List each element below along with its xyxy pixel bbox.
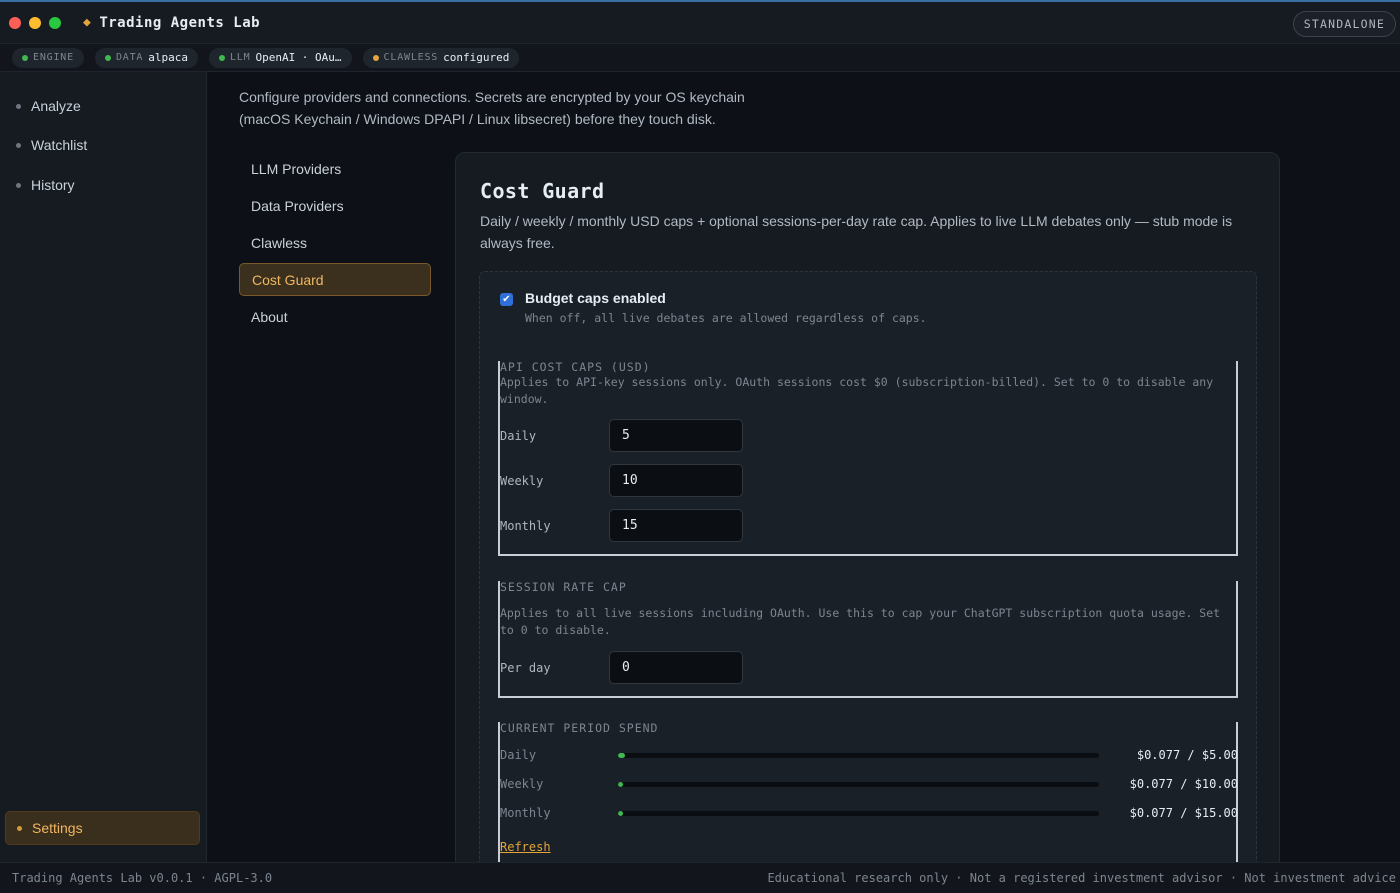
mode-badge: STANDALONE — [1292, 11, 1396, 37]
spend-label: Daily — [500, 748, 537, 762]
sidebar-item-label: Settings — [32, 820, 83, 836]
card-description: Daily / weekly / monthly USD caps + opti… — [480, 213, 1233, 251]
status-chip-label: ENGINE — [33, 52, 74, 63]
daily-cap-row: Daily — [500, 419, 743, 452]
spend-value: $0.077 / $5.00 — [1136, 748, 1238, 762]
spend-progress-fill — [618, 752, 626, 758]
status-chip-label: LLM — [229, 52, 251, 63]
card-title: Cost Guard — [480, 179, 605, 203]
spend-progress-fill — [618, 810, 623, 816]
diamond-logo-icon: ◆ — [83, 15, 92, 30]
footer-version: Trading Agents Lab v0.0.1 · AGPL-3.0 — [12, 871, 273, 885]
weekly-cap-row: Weekly — [500, 464, 743, 497]
spend-value: $0.077 / $15.00 — [1129, 806, 1238, 820]
status-chip-data: DATA alpaca — [94, 47, 198, 68]
monthly-cap-row: Monthly — [500, 509, 743, 542]
monthly-cap-input[interactable] — [609, 509, 743, 542]
footer-disclaimer: Educational research only · Not a regist… — [767, 871, 1396, 885]
sidebar-item-label: History — [31, 177, 75, 193]
spend-progress-bar — [618, 752, 1099, 758]
budget-caps-checkbox[interactable]: ✔ — [500, 293, 513, 306]
weekly-cap-input[interactable] — [609, 464, 743, 497]
api-cost-caps-group: API COST CAPS (USD) Applies to API-key s… — [498, 360, 1238, 556]
status-chip-engine: ENGINE — [12, 47, 84, 68]
title-bar: ◆ Trading Agents Lab STANDALONE — [0, 0, 1400, 44]
daily-cap-input[interactable] — [609, 419, 743, 452]
status-chip-value: OpenAI · OAu… — [255, 51, 342, 64]
zoom-window-button[interactable] — [49, 16, 61, 29]
sidebar-item-history[interactable]: History — [5, 168, 200, 202]
bullet-icon — [16, 103, 21, 109]
spend-row-monthly: Monthly $0.077 / $15.00 — [500, 806, 1238, 820]
minimize-window-button[interactable] — [29, 16, 41, 29]
status-chip-value: alpaca — [148, 51, 188, 64]
status-chip-value: configured — [443, 51, 510, 64]
cost-guard-card: Cost Guard Daily / weekly / monthly USD … — [455, 152, 1280, 862]
sidebar: Analyze Watchlist History Settings — [0, 72, 207, 862]
subnav-llm-providers[interactable]: LLM Providers — [239, 152, 431, 185]
group-legend: SESSION RATE CAP — [500, 580, 627, 594]
spend-row-weekly: Weekly $0.077 / $10.00 — [500, 777, 1238, 791]
group-help: Applies to API-key sessions only. OAuth … — [500, 375, 1214, 406]
status-strip: ENGINE DATA alpaca LLM OpenAI · OAu… CLA… — [0, 44, 1400, 72]
bullet-icon — [16, 142, 21, 148]
spend-row-daily: Daily $0.077 / $5.00 — [500, 748, 1238, 762]
budget-caps-label: Budget caps enabled — [525, 290, 666, 306]
field-label: Daily — [500, 428, 537, 443]
sidebar-item-label: Analyze — [31, 98, 81, 114]
status-dot-icon — [22, 54, 28, 61]
status-chip-label: CLAWLESS — [383, 52, 439, 63]
spend-label: Weekly — [500, 777, 544, 791]
spend-progress-bar — [618, 810, 1099, 816]
check-icon: ✔ — [502, 293, 511, 305]
window-controls — [9, 16, 61, 29]
current-period-spend-group: CURRENT PERIOD SPEND Daily $0.077 / $5.0… — [498, 721, 1238, 862]
settings-subnav: LLM Providers Data Providers Clawless Co… — [239, 152, 431, 337]
status-dot-icon — [218, 54, 225, 61]
bullet-icon — [16, 182, 21, 188]
refresh-link[interactable]: Refresh — [500, 840, 551, 854]
field-label: Per day — [500, 660, 551, 675]
sidebar-item-label: Watchlist — [31, 137, 88, 153]
status-dot-icon — [104, 54, 111, 61]
budget-caps-hint: When off, all live debates are allowed r… — [525, 311, 927, 325]
field-label: Monthly — [500, 518, 551, 533]
spend-progress-bar — [618, 781, 1099, 787]
status-chip-label: DATA — [115, 52, 144, 63]
cost-guard-form: ✔ Budget caps enabled When off, all live… — [479, 271, 1257, 862]
sidebar-item-settings[interactable]: Settings — [5, 811, 200, 845]
status-chip-clawless: CLAWLESS configured — [362, 47, 520, 68]
subnav-data-providers[interactable]: Data Providers — [239, 189, 431, 222]
status-chip-llm: LLM OpenAI · OAu… — [208, 47, 352, 68]
subnav-about[interactable]: About — [239, 300, 431, 333]
app-title-text: Trading Agents Lab — [99, 14, 261, 31]
footer: Trading Agents Lab v0.0.1 · AGPL-3.0 Edu… — [0, 862, 1400, 893]
session-rate-cap-group: SESSION RATE CAP Applies to all live ses… — [498, 580, 1238, 698]
settings-page: Configure providers and connections. Sec… — [208, 72, 1400, 862]
group-legend: CURRENT PERIOD SPEND — [500, 721, 659, 735]
close-window-button[interactable] — [9, 16, 21, 29]
group-legend: API COST CAPS (USD) — [500, 360, 651, 374]
budget-caps-toggle-row: ✔ Budget caps enabled When off, all live… — [500, 290, 927, 325]
status-dot-icon — [372, 54, 379, 61]
per-day-cap-row: Per day — [500, 651, 743, 684]
spend-label: Monthly — [500, 806, 551, 820]
sidebar-item-analyze[interactable]: Analyze — [5, 89, 200, 123]
group-help: Applies to all live sessions including O… — [500, 606, 1221, 637]
spend-progress-fill — [618, 781, 623, 787]
subnav-cost-guard[interactable]: Cost Guard — [239, 263, 431, 296]
spend-value: $0.077 / $10.00 — [1129, 777, 1238, 791]
settings-intro: Configure providers and connections. Sec… — [239, 89, 745, 127]
app-title: ◆ Trading Agents Lab — [83, 15, 260, 31]
sidebar-item-watchlist[interactable]: Watchlist — [5, 128, 200, 162]
bullet-icon — [17, 825, 22, 831]
per-day-cap-input[interactable] — [609, 651, 743, 684]
subnav-clawless[interactable]: Clawless — [239, 226, 431, 259]
field-label: Weekly — [500, 473, 544, 488]
